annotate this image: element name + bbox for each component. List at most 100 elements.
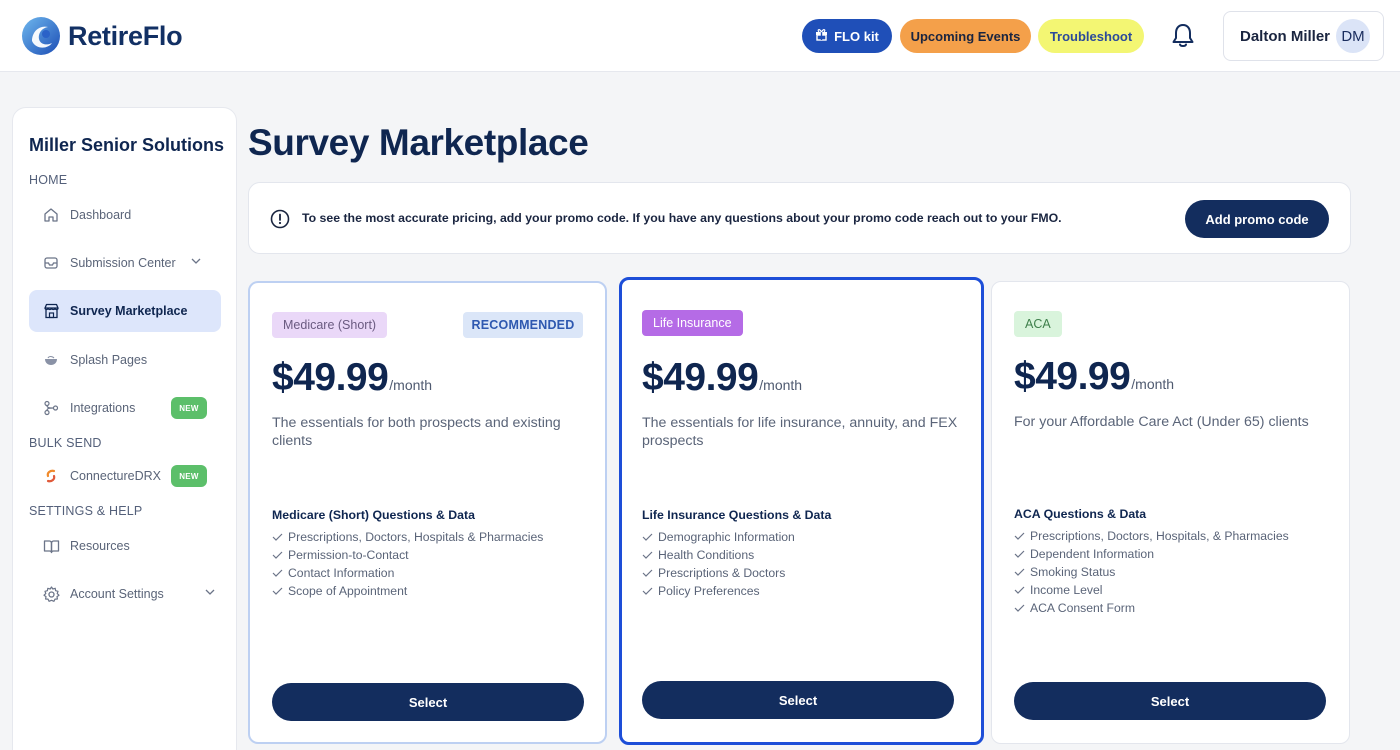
check-icon [272,533,283,541]
check-icon [642,533,653,541]
bell-icon[interactable] [1168,20,1198,52]
feature-item: Smoking Status [1014,563,1289,581]
feature-label: Dependent Information [1030,547,1154,561]
check-icon [642,569,653,577]
check-icon [1014,604,1025,612]
check-icon [1014,550,1025,558]
feature-item: Health Conditions [642,546,795,564]
connecture-icon [41,466,61,486]
feature-label: Income Level [1030,583,1103,597]
avatar: DM [1336,19,1370,53]
check-icon [1014,586,1025,594]
sidebar-item-label: Splash Pages [70,353,148,367]
sidebar-item-label: Survey Marketplace [70,304,188,318]
chevron-down-icon[interactable] [205,586,215,598]
troubleshoot-button[interactable]: Troubleshoot [1038,19,1144,53]
book-icon [41,536,61,556]
plan-tag: Medicare (Short) [272,312,388,338]
gift-icon [815,28,828,44]
feature-label: Prescriptions, Doctors, Hospitals & Phar… [288,530,544,544]
features-title: ACA Questions & Data [1014,507,1147,521]
brand-logo[interactable]: RetireFlo [20,14,183,58]
price-amount: $49.99 [272,356,389,399]
chevron-down-icon[interactable] [191,255,201,267]
promo-message: To see the most accurate pricing, add yo… [302,211,1062,225]
sidebar-item-label: ConnectureDRX [70,469,162,483]
price-row: $49.99/month [272,356,432,400]
sidebar-item-integrations[interactable]: Integrations NEW [29,387,221,429]
user-menu[interactable]: Dalton Miller DM [1223,11,1384,61]
add-promo-code-button[interactable]: Add promo code [1185,200,1329,238]
plan-card-aca[interactable]: ACA $49.99/month For your Affordable Car… [991,281,1350,744]
sidebar: Miller Senior Solutions HOME Dashboard S… [12,107,237,750]
price-period: /month [759,377,803,393]
sidebar-item-label: Submission Center [70,256,176,270]
features-title: Medicare (Short) Questions & Data [272,508,475,522]
section-label-home: HOME [29,173,68,187]
feature-item: Permission-to-Contact [272,546,543,564]
select-button[interactable]: Select [1014,682,1326,720]
feature-item: Prescriptions, Doctors, Hospitals & Phar… [272,528,543,546]
price-period: /month [1131,376,1175,392]
brand-name: RetireFlo [68,20,183,51]
sidebar-item-label: Integrations [70,401,136,415]
check-icon [272,569,283,577]
bowl-icon [41,350,61,370]
sidebar-item-submission-center[interactable]: Submission Center [29,242,221,284]
price-amount: $49.99 [642,356,759,399]
price-period: /month [389,377,433,393]
feature-item: Scope of Appointment [272,582,543,600]
features-list: Prescriptions, Doctors, Hospitals & Phar… [272,528,543,600]
price-row: $49.99/month [642,356,802,400]
feature-label: Prescriptions & Doctors [658,566,786,580]
features-list: Demographic Information Health Condition… [642,528,795,600]
plan-description: For your Affordable Care Act (Under 65) … [1014,414,1309,430]
top-bar: RetireFlo FLO kit Upcoming Events Troubl… [0,0,1400,72]
sidebar-item-resources[interactable]: Resources [29,525,221,567]
feature-label: Smoking Status [1030,565,1116,579]
check-icon [272,551,283,559]
feature-item: Contact Information [272,564,543,582]
gear-icon [41,584,61,604]
info-icon [270,209,290,229]
feature-item: Prescriptions & Doctors [642,564,795,582]
feature-label: Demographic Information [658,530,795,544]
plan-card-medicare-short[interactable]: Medicare (Short) RECOMMENDED $49.99/mont… [248,281,607,744]
recommended-badge: RECOMMENDED [463,312,583,338]
price-amount: $49.99 [1014,355,1131,398]
flo-kit-label: FLO kit [834,28,879,44]
feature-label: Prescriptions, Doctors, Hospitals, & Pha… [1030,529,1289,543]
integrations-icon [41,398,61,418]
check-icon [1014,568,1025,576]
sidebar-item-dashboard[interactable]: Dashboard [29,194,221,236]
feature-label: ACA Consent Form [1030,601,1135,615]
sidebar-item-account-settings[interactable]: Account Settings [29,573,221,615]
features-title: Life Insurance Questions & Data [642,508,832,522]
section-label-bulk-send: BULK SEND [29,436,102,450]
plan-tag: ACA [1014,311,1062,337]
org-name: Miller Senior Solutions [29,135,225,155]
section-label-settings-help: SETTINGS & HELP [29,504,143,518]
plan-description: The essentials for life insurance, annui… [642,415,958,449]
sidebar-item-splash-pages[interactable]: Splash Pages [29,339,221,381]
plan-tag: Life Insurance [642,310,743,336]
select-button[interactable]: Select [642,681,954,719]
feature-label: Scope of Appointment [288,584,408,598]
home-icon [41,205,61,225]
sidebar-item-survey-marketplace[interactable]: Survey Marketplace [29,290,221,332]
feature-label: Contact Information [288,566,395,580]
inbox-icon [41,253,61,273]
plan-card-life-insurance[interactable]: Life Insurance $49.99/month The essentia… [619,277,984,745]
check-icon [642,551,653,559]
upcoming-events-button[interactable]: Upcoming Events [900,19,1031,53]
price-row: $49.99/month [1014,355,1174,399]
sidebar-item-label: Resources [70,539,130,553]
sidebar-item-connecturedrx[interactable]: ConnectureDRX NEW [29,455,221,497]
feature-label: Policy Preferences [658,584,760,598]
feature-item: Prescriptions, Doctors, Hospitals, & Pha… [1014,527,1289,545]
feature-item: ACA Consent Form [1014,599,1289,617]
check-icon [1014,532,1025,540]
sidebar-item-label: Dashboard [70,208,132,222]
select-button[interactable]: Select [272,683,584,721]
flo-kit-button[interactable]: FLO kit [802,19,892,53]
